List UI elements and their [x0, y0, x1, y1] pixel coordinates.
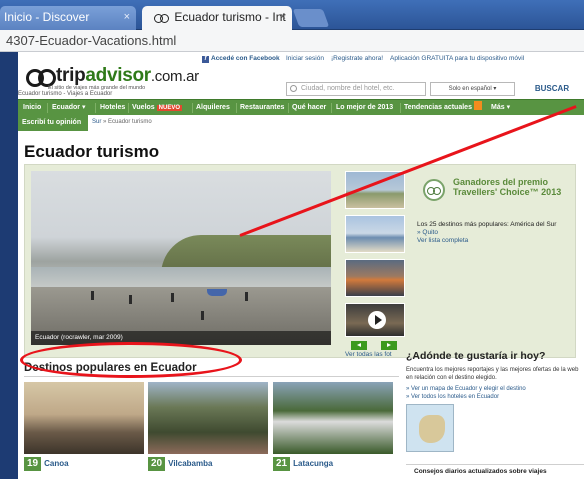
breadcrumb-current: Ecuador turismo [108, 119, 152, 125]
nav-tendencias[interactable]: Tendencias actuales [404, 100, 482, 116]
destination-rank: 21 [273, 457, 291, 471]
destination-label: 21 Latacunga [273, 457, 333, 471]
photo-person [171, 293, 174, 302]
chevron-down-icon: ▾ [81, 104, 86, 111]
photo-thumbnail[interactable] [345, 259, 405, 297]
photo-sea [31, 267, 331, 287]
facebook-login-link[interactable]: f Accedé con Facebook [202, 55, 280, 63]
prev-arrow-icon[interactable] [351, 341, 367, 350]
map-link[interactable]: » Ver un mapa de Ecuador y elegir el des… [406, 386, 526, 392]
destination-photo[interactable] [148, 382, 268, 454]
annotation-ellipse [20, 342, 242, 378]
destination-photo[interactable] [273, 382, 393, 454]
url-text: 4307-Ecuador-Vacations.html [6, 33, 177, 48]
photo-person [129, 295, 132, 304]
hotels-link[interactable]: » Ver todos los hoteles en Ecuador [406, 394, 499, 400]
nav-restaurantes[interactable]: Restaurantes [240, 100, 284, 116]
search-icon [290, 85, 297, 92]
photo-boat [207, 289, 227, 296]
new-badge-icon [473, 101, 482, 110]
award-link-quito[interactable]: » Quito [417, 229, 438, 236]
destination-name[interactable]: Latacunga [293, 457, 333, 471]
photo-thumbnail[interactable] [345, 215, 405, 253]
nav-que-hacer[interactable]: Qué hacer [292, 100, 326, 116]
breadcrumb-top: Ecuador turismo - Viajes a Ecuador [18, 91, 113, 97]
destination-card[interactable]: 21 Latacunga [273, 382, 393, 479]
web-page: f Accedé con Facebook Iniciar sesión ¡Reg… [18, 52, 584, 479]
nav-inicio[interactable]: Inicio [23, 100, 41, 116]
photo-person [201, 311, 204, 320]
award-owl-icon [423, 179, 445, 201]
new-tab-button[interactable] [292, 9, 330, 27]
tripadvisor-logo[interactable]: tripadvisor.com.ar [26, 65, 226, 87]
destination-card[interactable]: 19 Canoa [24, 382, 144, 479]
language-select[interactable]: Solo en español ▾ [430, 82, 515, 96]
search-button[interactable]: BUSCAR [520, 82, 584, 96]
mobile-app-link[interactable]: Aplicación GRATUITA para tu dispositivo … [390, 55, 524, 62]
destination-label: 20 Vilcabamba [148, 457, 212, 471]
tab-label: Inicio - Discover [4, 10, 90, 24]
tab-inicio-discover[interactable]: Inicio - Discover × [0, 6, 136, 30]
photo-panel: Ecuador (rocrawler, mar 2009) Ver todas … [24, 164, 576, 358]
facebook-icon: f [202, 56, 209, 63]
top-utility-bar: f Accedé con Facebook Iniciar sesión ¡Reg… [18, 52, 584, 65]
destination-card[interactable]: 20 Vilcabamba [148, 382, 268, 479]
breadcrumb-separator: » [103, 119, 107, 125]
page-title: Ecuador turismo [24, 142, 160, 161]
destination-rank: 19 [24, 457, 42, 471]
nav-lo-mejor-2013[interactable]: Lo mejor de 2013 [336, 100, 393, 116]
award-title[interactable]: Ganadores del premio Travellers' Choice™… [453, 177, 573, 197]
chevron-down-icon: ▾ [493, 86, 497, 92]
award-link-full-list[interactable]: Ver lista completa [417, 237, 468, 244]
main-photo[interactable]: Ecuador (rocrawler, mar 2009) [31, 171, 331, 345]
tab-close-icon[interactable]: × [124, 6, 130, 29]
destination-label: 19 Canoa [24, 457, 69, 471]
destination-photo[interactable] [24, 382, 144, 454]
search-placeholder: Ciudad, nombre del hotel, etc. [301, 85, 395, 92]
view-all-photos-link[interactable]: Ver todas las fot [345, 351, 392, 358]
photo-person [245, 292, 248, 301]
breadcrumb: Sur » Ecuador turismo [92, 119, 152, 125]
next-arrow-icon[interactable] [381, 341, 397, 350]
register-link[interactable]: ¡Registrate ahora! [331, 55, 383, 62]
nav-mas[interactable]: Más ▾ [491, 100, 510, 116]
write-review-button[interactable]: Escribí tu opinión [18, 115, 88, 131]
ecuador-map-thumbnail[interactable] [406, 404, 454, 452]
destination-name[interactable]: Vilcabamba [168, 457, 212, 471]
award-description: Los 25 destinos más populares: América d… [417, 221, 557, 228]
play-icon [368, 311, 386, 329]
destination-rank: 20 [148, 457, 166, 471]
tripadvisor-favicon-icon [154, 13, 169, 23]
nav-alquileres[interactable]: Alquileres [196, 100, 230, 116]
nav-vuelos[interactable]: Vuelos NUEVO [132, 100, 182, 116]
tab-ecuador-turismo[interactable]: Ecuador turismo - Int × [142, 6, 292, 30]
main-nav: Inicio Ecuador ▾ Hoteles Vuelos NUEVO Al… [18, 99, 584, 115]
tab-close-icon[interactable]: × [280, 6, 286, 29]
login-link[interactable]: Iniciar sesión [286, 55, 324, 62]
nuevo-badge: NUEVO [156, 105, 182, 111]
travel-tips-header: Consejos diarios actualizados sobre viaj… [406, 464, 584, 479]
destination-name[interactable]: Canoa [44, 457, 68, 471]
where-to-go-description: Encuentra los mejores reportajes y las m… [406, 367, 579, 381]
tab-label: Ecuador turismo - Int [174, 10, 286, 24]
chevron-down-icon: ▾ [506, 104, 511, 111]
photo-person [91, 291, 94, 300]
nav-ecuador[interactable]: Ecuador ▾ [52, 100, 85, 116]
thumbnail-nav [345, 341, 405, 350]
photo-caption: Ecuador (rocrawler, mar 2009) [31, 331, 331, 345]
video-thumbnail[interactable] [345, 303, 405, 337]
search-input[interactable]: Ciudad, nombre del hotel, etc. [286, 82, 426, 96]
section-divider [24, 376, 399, 377]
nav-hoteles[interactable]: Hoteles [100, 100, 125, 116]
browser-tabstrip: Inicio - Discover × Ecuador turismo - In… [0, 0, 584, 30]
logo-text: tripadvisor.com.ar [56, 65, 199, 86]
breadcrumb-link-sur[interactable]: Sur [92, 119, 101, 125]
address-bar[interactable]: 4307-Ecuador-Vacations.html [0, 30, 584, 52]
owl-eyes-icon [26, 69, 56, 87]
where-to-go-title: ¿Adónde te gustaría ir hoy? [406, 350, 546, 362]
